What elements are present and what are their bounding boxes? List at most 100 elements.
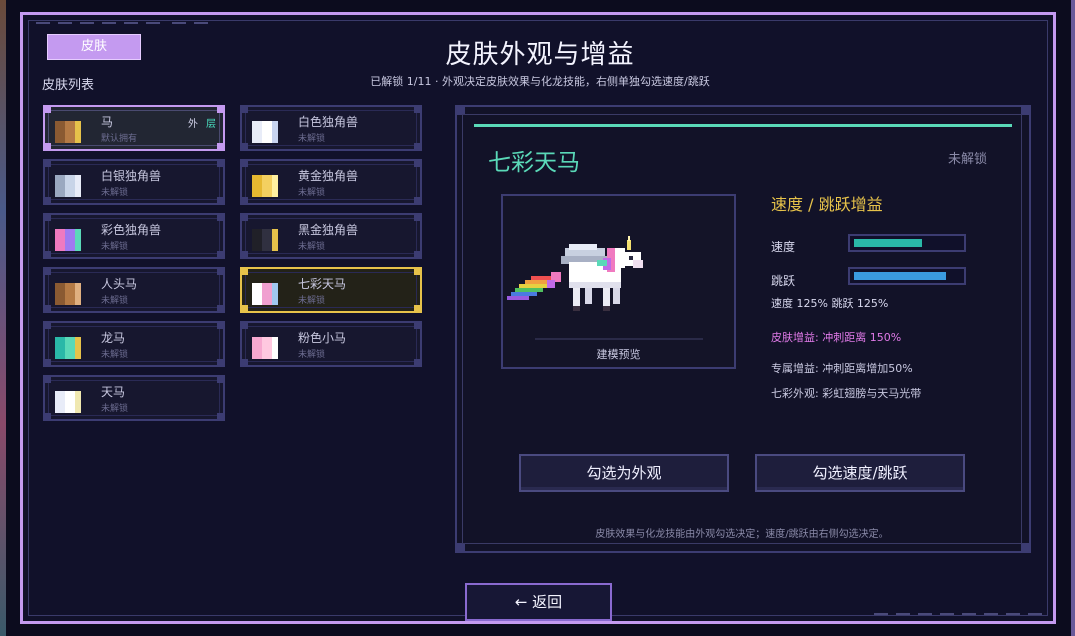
- skin-card[interactable]: 粉色小马 未解锁: [240, 321, 422, 367]
- skin-card-corner: [217, 377, 223, 383]
- skin-color-swatch: [272, 175, 278, 197]
- skin-color-swatch: [75, 175, 81, 197]
- skin-color-swatch: [65, 337, 75, 359]
- skin-card-corner: [45, 377, 51, 383]
- skin-state-label: 未解锁: [298, 350, 326, 360]
- skin-card[interactable]: 白银独角兽 未解锁: [43, 159, 225, 205]
- skin-state-label: 未解锁: [101, 296, 129, 306]
- speed-bar-fill: [854, 239, 922, 247]
- skin-card-corner: [414, 359, 420, 365]
- skin-state-label: 未解锁: [101, 242, 129, 252]
- skin-color-swatch: [65, 283, 75, 305]
- rainbow-look: 七彩外观: 彩虹翅膀与天马光带: [771, 387, 922, 400]
- frame-dash: [1006, 613, 1020, 615]
- speed-bar: [848, 234, 966, 252]
- jump-label: 跳跃: [771, 274, 796, 288]
- skin-color-swatch: [262, 175, 272, 197]
- panel-corner: [1021, 107, 1029, 115]
- skin-card-corner: [217, 359, 223, 365]
- skin-card-corner: [217, 215, 223, 221]
- skin-color-swatch: [252, 283, 262, 305]
- skin-card-corner: [414, 215, 420, 221]
- skin-card[interactable]: 天马 未解锁: [43, 375, 225, 421]
- skin-state-label: 未解锁: [101, 350, 129, 360]
- skin-card-corner: [242, 161, 248, 167]
- skin-name-label: 粉色小马: [298, 331, 347, 345]
- skin-card[interactable]: 七彩天马 未解锁: [240, 267, 422, 313]
- skin-card-corner: [45, 251, 51, 257]
- skin-card-corner: [45, 197, 51, 203]
- skin-state-label: 未解锁: [298, 242, 326, 252]
- skin-color-swatch: [65, 229, 75, 251]
- skin-card[interactable]: 黑金独角兽 未解锁: [240, 213, 422, 259]
- preview-floor: [535, 338, 703, 340]
- skin-card-corner: [414, 197, 420, 203]
- skin-name: 七彩天马: [488, 150, 580, 176]
- skin-card-corner: [242, 197, 248, 203]
- footnote: 皮肤效果与化龙技能由外观勾选决定；速度/跳跃由右侧勾选决定。: [595, 529, 889, 540]
- skin-name-label: 黑金独角兽: [298, 223, 359, 237]
- skin-color-swatch: [252, 337, 262, 359]
- frame-dash: [80, 22, 94, 24]
- frame-dash: [874, 613, 888, 615]
- jump-bar-fill: [854, 272, 946, 280]
- skin-name-label: 七彩天马: [298, 277, 347, 291]
- skin-name-label: 马: [101, 115, 114, 129]
- skin-card-corner: [414, 107, 420, 113]
- skin-card-corner: [414, 269, 420, 275]
- page-subtitle: 已解锁 1/11 · 外观决定皮肤效果与化龙技能，右侧单独勾选速度/跳跃: [370, 75, 710, 88]
- skin-color-swatch: [262, 337, 272, 359]
- skin-color-swatch: [65, 391, 75, 413]
- skin-card-corner: [414, 143, 420, 149]
- frame-dash: [1028, 613, 1042, 615]
- panel-accent-line: [474, 124, 1012, 127]
- skin-name-label: 白色独角兽: [298, 115, 359, 129]
- skin-state-label: 未解锁: [298, 296, 326, 306]
- select-appearance-button[interactable]: 勾选为外观: [519, 454, 729, 492]
- skin-card[interactable]: 人头马 未解锁: [43, 267, 225, 313]
- rainbow-pegasus-sprite: [507, 236, 643, 311]
- panel-corner: [457, 543, 465, 551]
- skin-card-corner: [242, 251, 248, 257]
- skin-card-corner: [414, 161, 420, 167]
- skin-color-swatch: [65, 121, 75, 143]
- frame-dash: [172, 22, 186, 24]
- skin-color-swatch: [55, 391, 65, 413]
- skin-card-corner: [217, 143, 223, 149]
- skin-card[interactable]: 彩色独角兽 未解锁: [43, 213, 225, 259]
- skin-card[interactable]: 龙马 未解锁: [43, 321, 225, 367]
- back-button[interactable]: ← 返回: [465, 583, 612, 621]
- skin-name-label: 人头马: [101, 277, 138, 291]
- skin-card[interactable]: 白色独角兽 未解锁: [240, 105, 422, 151]
- skin-card-corner: [242, 323, 248, 329]
- skin-card-corner: [45, 323, 51, 329]
- skin-color-swatch: [252, 175, 262, 197]
- frame-dash: [896, 613, 910, 615]
- skin-card-corner: [414, 323, 420, 329]
- skin-card-corner: [45, 215, 51, 221]
- frame-dash: [194, 22, 208, 24]
- skin-card-corner: [45, 143, 51, 149]
- screen-edge-right: [1071, 0, 1075, 636]
- skin-card-corner: [242, 107, 248, 113]
- skin-color-swatch: [262, 229, 272, 251]
- skin-card-corner: [217, 305, 223, 311]
- skin-color-swatch: [272, 337, 278, 359]
- skin-color-swatch: [262, 121, 272, 143]
- skin-color-swatch: [252, 121, 262, 143]
- screen-edge-left: [0, 0, 6, 636]
- tab-skins[interactable]: 皮肤: [47, 34, 141, 60]
- select-speed-jump-button[interactable]: 勾选速度/跳跃: [755, 454, 965, 492]
- skin-color-swatch: [55, 337, 65, 359]
- skin-card[interactable]: 马默认拥有 外层: [43, 105, 225, 151]
- exclusive-bonus: 专属增益: 冲刺距离增加50%: [771, 362, 913, 375]
- skin-color-swatch: [55, 283, 65, 305]
- skin-color-swatch: [262, 283, 272, 305]
- skin-card-corner: [217, 251, 223, 257]
- frame-dash: [918, 613, 932, 615]
- skin-card-corner: [217, 107, 223, 113]
- appearance-tag: 外: [188, 119, 198, 130]
- skin-card[interactable]: 黄金独角兽 未解锁: [240, 159, 422, 205]
- skin-state-label: 未解锁: [101, 188, 129, 198]
- frame-dash: [124, 22, 138, 24]
